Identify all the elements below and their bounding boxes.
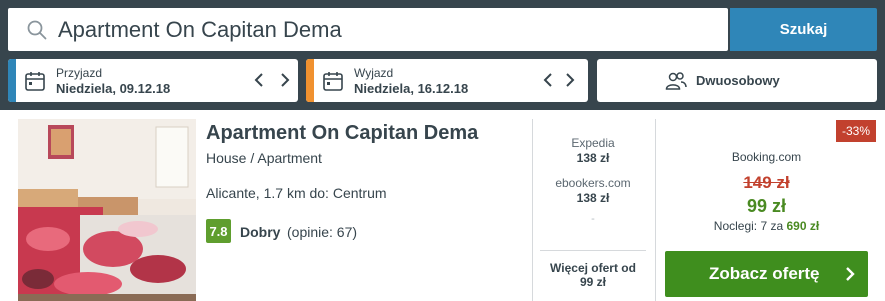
offer-placeholder: -	[591, 213, 595, 225]
calendar-icon	[25, 72, 45, 91]
checkin-label: Przyjazd	[56, 66, 103, 80]
search-header: Apartment On Capitan Dema Szukaj Przyjaz…	[0, 0, 885, 110]
view-offer-label: Zobacz ofertę	[709, 264, 820, 283]
hotel-photo[interactable]	[18, 119, 196, 301]
checkin-date-picker[interactable]: Przyjazd Niedziela, 09.12.18	[8, 59, 298, 102]
rating-word: Dobry	[240, 224, 281, 240]
hotel-result-card: Apartment On Capitan Dema House / Apartm…	[0, 110, 885, 301]
search-query[interactable]: Apartment On Capitan Dema	[58, 17, 342, 43]
best-offer-provider: Booking.com	[731, 150, 802, 164]
new-price: 99 zł	[746, 196, 787, 216]
offer-price: 138 zł	[576, 151, 610, 165]
rating-count[interactable]: (opinie: 67)	[287, 224, 357, 240]
hotel-name[interactable]: Apartment On Capitan Dema	[206, 122, 478, 145]
checkin-value: Niedziela, 09.12.18	[56, 81, 171, 96]
checkout-next-icon[interactable]	[560, 71, 578, 89]
checkin-accent	[8, 59, 16, 102]
checkout-label: Wyjazd	[354, 66, 394, 80]
offer-provider: Expedia	[571, 136, 615, 150]
nights-text: Noclegi: 7 za	[713, 219, 784, 233]
offer-provider: ebookers.com	[555, 176, 631, 190]
hotel-type: House / Apartment	[206, 150, 322, 166]
room-type-selector[interactable]: Dwuosobowy	[597, 59, 877, 102]
nights-summary: Noclegi: 7 za 690 zł	[665, 219, 868, 233]
people-icon	[665, 72, 687, 90]
checkout-accent	[306, 59, 314, 102]
chevron-right-icon	[846, 267, 855, 281]
checkout-prev-icon[interactable]	[540, 71, 558, 89]
hotel-location: Alicante, 1.7 km do: Centrum	[206, 185, 387, 201]
rating-score-badge: 7.8	[206, 219, 231, 243]
other-offer-ebookers[interactable]: ebookers.com 138 zł	[540, 176, 646, 206]
search-input[interactable]: Apartment On Capitan Dema	[8, 8, 728, 51]
divider	[655, 119, 656, 301]
other-offer-expedia[interactable]: Expedia 138 zł	[540, 136, 646, 166]
discount-badge: -33%	[836, 120, 876, 142]
search-button[interactable]: Szukaj	[730, 8, 877, 51]
room-type-label: Dwuosobowy	[696, 73, 780, 88]
search-icon	[27, 20, 47, 40]
offer-price: 138 zł	[576, 191, 610, 205]
calendar-icon	[323, 72, 343, 91]
checkin-prev-icon[interactable]	[251, 71, 269, 89]
nights-price: 690 zł	[786, 219, 820, 233]
divider	[532, 119, 533, 301]
checkout-value: Niedziela, 16.12.18	[354, 81, 469, 96]
checkin-next-icon[interactable]	[275, 71, 293, 89]
checkout-date-picker[interactable]: Wyjazd Niedziela, 16.12.18	[306, 59, 588, 102]
more-offers-line2: 99 zł	[579, 275, 606, 289]
view-offer-button[interactable]: Zobacz ofertę	[665, 251, 868, 297]
old-price: 149 zł	[743, 173, 790, 192]
more-offers-link[interactable]: Więcej ofert od 99 zł	[540, 250, 646, 289]
more-offers-line1: Więcej ofert od	[550, 261, 636, 275]
